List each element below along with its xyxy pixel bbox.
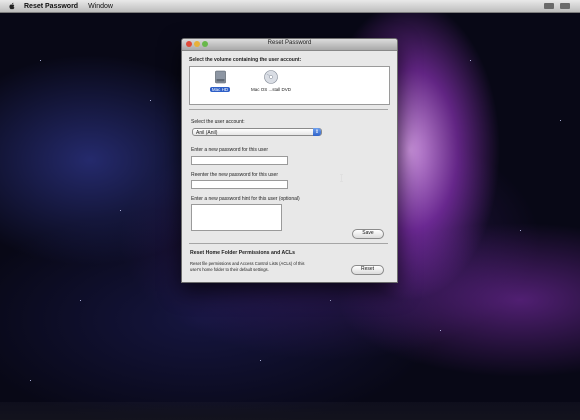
volume-install-dvd[interactable]: Mac OS ...stall DVD bbox=[244, 70, 298, 92]
menu-extras bbox=[544, 3, 570, 9]
dvd-icon bbox=[264, 70, 278, 84]
user-account-value: Anil (Anil) bbox=[196, 130, 218, 136]
window-menu[interactable]: Window bbox=[88, 3, 113, 10]
reenter-password-label: Reenter the new password for this user bbox=[191, 172, 278, 178]
hard-disk-icon bbox=[214, 70, 226, 84]
dock-shelf bbox=[0, 402, 580, 420]
new-password-field[interactable] bbox=[191, 156, 288, 165]
volume-name: Mac HD bbox=[209, 87, 231, 92]
volume-list: Mac HD Mac OS ...stall DVD bbox=[189, 66, 390, 105]
password-hint-label: Enter a new password hint for this user … bbox=[191, 196, 300, 202]
reset-description-line1: Reset file permissions and Access Contro… bbox=[190, 261, 305, 266]
apple-menu-icon[interactable] bbox=[8, 2, 16, 10]
window-titlebar[interactable]: Reset Password bbox=[182, 39, 397, 51]
new-password-label: Enter a new password for this user bbox=[191, 147, 268, 153]
user-account-select[interactable]: Anil (Anil) ⇕ bbox=[192, 128, 322, 136]
reset-description-line2: user's home folder to their default sett… bbox=[190, 267, 269, 272]
reset-button[interactable]: Reset bbox=[351, 265, 384, 275]
reenter-password-field[interactable] bbox=[191, 180, 288, 189]
reset-password-window: Reset Password Select the volume contain… bbox=[181, 38, 398, 283]
status-icon[interactable] bbox=[544, 3, 554, 9]
volume-mac-hd[interactable]: Mac HD bbox=[208, 70, 232, 92]
user-account-label: Select the user account: bbox=[191, 119, 245, 125]
menu-bar: Reset Password Window bbox=[0, 0, 580, 13]
volume-name: Mac OS ...stall DVD bbox=[250, 87, 291, 92]
text-cursor-icon bbox=[340, 174, 343, 182]
divider bbox=[189, 243, 388, 244]
save-button[interactable]: Save bbox=[352, 229, 384, 239]
chevron-updown-icon: ⇕ bbox=[313, 128, 321, 136]
app-menu[interactable]: Reset Password bbox=[24, 3, 78, 10]
divider bbox=[189, 109, 388, 110]
status-icon[interactable] bbox=[560, 3, 570, 9]
volume-section-label: Select the volume containing the user ac… bbox=[189, 57, 302, 63]
window-content: Select the volume containing the user ac… bbox=[182, 51, 397, 282]
reset-section-title: Reset Home Folder Permissions and ACLs bbox=[190, 250, 296, 256]
password-hint-field[interactable] bbox=[191, 204, 282, 231]
window-title: Reset Password bbox=[267, 40, 312, 46]
